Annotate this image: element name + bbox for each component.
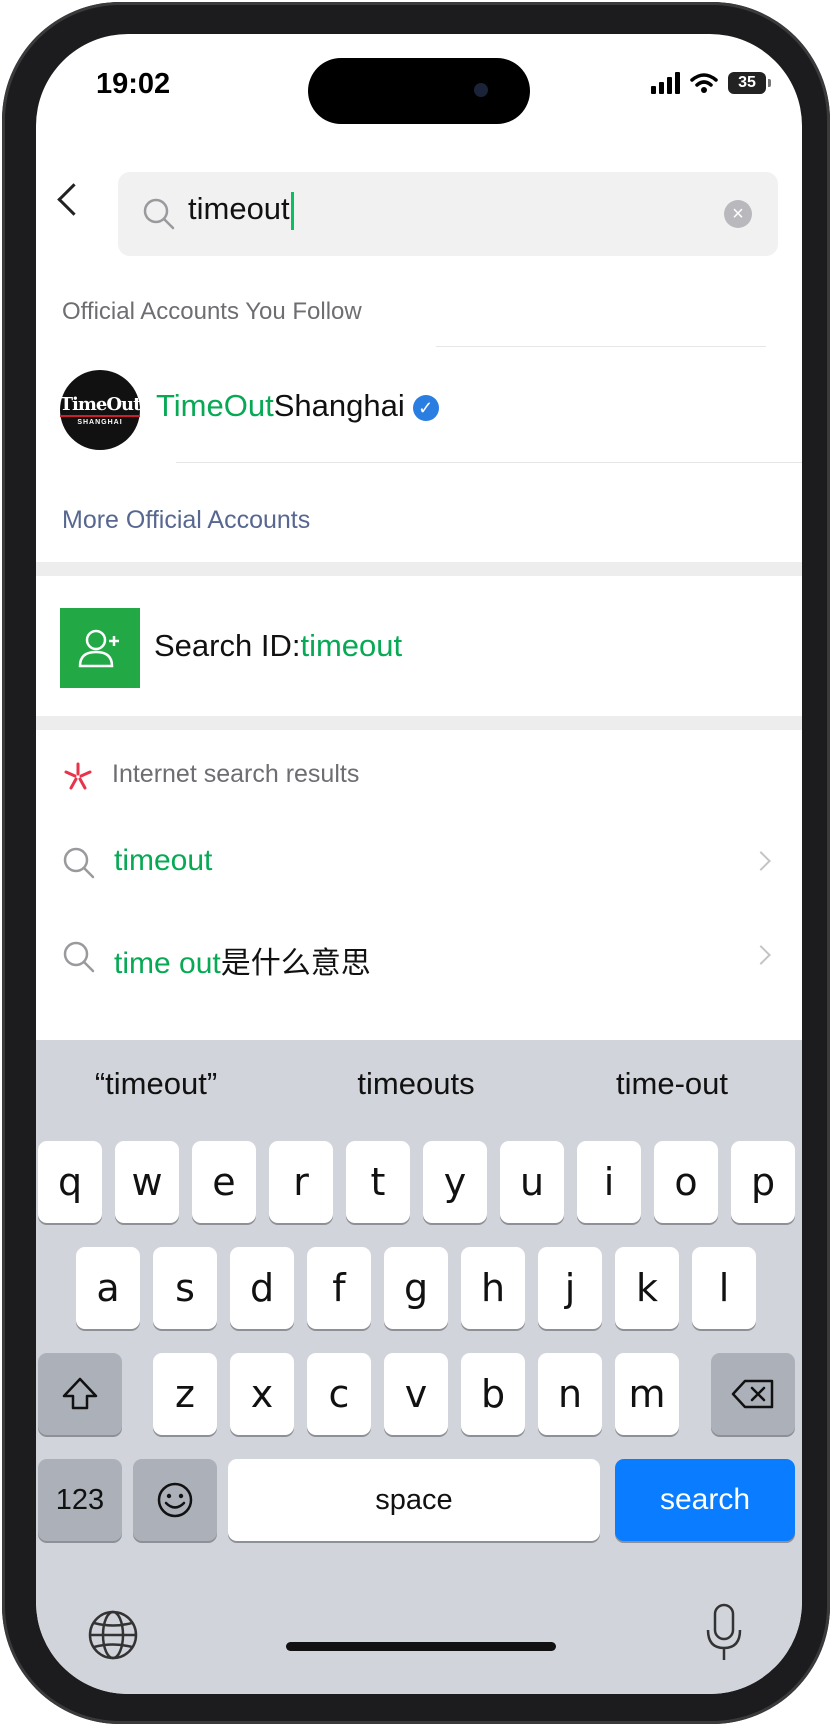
account-name-match: TimeOut	[156, 388, 274, 423]
key-l[interactable]: l	[692, 1247, 756, 1329]
internet-results-title: Internet search results	[112, 760, 360, 788]
key-n[interactable]: n	[538, 1353, 602, 1435]
key-r[interactable]: r	[269, 1141, 333, 1223]
suggestion-item[interactable]: time out是什么意思	[36, 918, 802, 998]
key-i[interactable]: i	[577, 1141, 641, 1223]
search-icon	[143, 198, 175, 230]
suggestion-rest: 是什么意思	[220, 947, 371, 980]
search-id-row[interactable]: Search ID:timeout	[36, 594, 802, 694]
suggestion-text: timeout	[114, 844, 212, 878]
search-icon	[63, 941, 95, 973]
search-key[interactable]: search	[615, 1459, 795, 1541]
shift-arrow-icon	[62, 1377, 98, 1410]
key-e[interactable]: e	[192, 1141, 256, 1223]
key-c[interactable]: c	[307, 1353, 371, 1435]
chevron-right-icon	[751, 945, 771, 965]
microphone-icon[interactable]	[704, 1602, 744, 1664]
more-official-accounts-link[interactable]: More Official Accounts	[62, 506, 310, 535]
text-cursor	[290, 191, 294, 230]
key-j[interactable]: j	[538, 1247, 602, 1329]
key-w[interactable]: w	[115, 1141, 179, 1223]
search-nav: timeout ×	[36, 152, 802, 262]
suggestion-match: time out	[114, 947, 221, 980]
account-name-rest: Shanghai	[273, 388, 405, 423]
camera-dot	[474, 83, 488, 97]
search-input[interactable]: timeout	[188, 191, 294, 230]
key-x[interactable]: x	[230, 1353, 294, 1435]
space-key[interactable]: space	[228, 1459, 600, 1541]
prediction-3[interactable]: time-out	[572, 1066, 772, 1102]
emoji-icon	[157, 1482, 193, 1518]
divider	[436, 346, 766, 347]
screen: 19:02 35 timeout × Official Accounts You…	[36, 34, 802, 1694]
key-f[interactable]: f	[307, 1247, 371, 1329]
key-h[interactable]: h	[461, 1247, 525, 1329]
sparkle-icon	[64, 762, 92, 790]
key-v[interactable]: v	[384, 1353, 448, 1435]
avatar-logo-subtext: SHANGHAI	[77, 419, 123, 426]
status-time: 19:02	[96, 68, 171, 100]
account-avatar: TimeOut SHANGHAI	[59, 370, 141, 450]
wifi-icon	[690, 73, 718, 93]
phone-frame: 19:02 35 timeout × Official Accounts You…	[2, 2, 830, 1724]
key-q[interactable]: q	[38, 1141, 102, 1223]
suggestion-item[interactable]: timeout	[36, 824, 802, 904]
dynamic-island	[308, 58, 530, 124]
predictive-bar: “timeout” timeouts time-out	[36, 1040, 802, 1126]
battery-icon: 35	[728, 72, 771, 94]
key-s[interactable]: s	[153, 1247, 217, 1329]
verified-badge-icon: ✓	[412, 394, 439, 421]
signal-icon	[651, 72, 680, 94]
search-id-value: timeout	[300, 628, 403, 663]
search-icon	[63, 847, 95, 879]
clear-icon[interactable]: ×	[724, 200, 752, 228]
suggestion-match: timeout	[114, 844, 213, 877]
emoji-key[interactable]	[133, 1459, 217, 1541]
key-g[interactable]: g	[384, 1247, 448, 1329]
account-row-timeout-shanghai[interactable]: TimeOut SHANGHAI TimeOutShanghai ✓	[36, 364, 802, 460]
followed-accounts-heading: Official Accounts You Follow	[62, 298, 362, 325]
back-chevron-icon[interactable]	[57, 183, 90, 216]
key-u[interactable]: u	[500, 1141, 564, 1223]
key-o[interactable]: o	[654, 1141, 718, 1223]
numbers-key[interactable]: 123	[38, 1459, 122, 1541]
key-y[interactable]: y	[423, 1141, 487, 1223]
globe-icon[interactable]	[86, 1608, 140, 1662]
internet-results-heading: Internet search results	[62, 758, 462, 794]
backspace-icon	[731, 1379, 774, 1409]
prediction-2[interactable]: timeouts	[316, 1066, 516, 1102]
key-t[interactable]: t	[346, 1141, 410, 1223]
account-name: TimeOutShanghai ✓	[156, 388, 439, 424]
section-separator	[36, 716, 802, 730]
key-z[interactable]: z	[153, 1353, 217, 1435]
key-a[interactable]: a	[76, 1247, 140, 1329]
search-query: timeout	[188, 191, 290, 226]
delete-key[interactable]	[711, 1353, 795, 1435]
status-icons: 35	[651, 72, 771, 94]
key-d[interactable]: d	[230, 1247, 294, 1329]
search-bar[interactable]: timeout ×	[118, 172, 778, 256]
add-contact-icon	[60, 608, 140, 688]
search-id-text: Search ID:timeout	[154, 628, 402, 664]
key-m[interactable]: m	[615, 1353, 679, 1435]
keyboard: “timeout” timeouts time-out q w e r t y …	[36, 1040, 802, 1694]
chevron-right-icon	[751, 851, 771, 871]
section-separator	[36, 562, 802, 576]
home-indicator[interactable]	[286, 1642, 556, 1651]
key-p[interactable]: p	[731, 1141, 795, 1223]
shift-key[interactable]	[38, 1353, 122, 1435]
key-b[interactable]: b	[461, 1353, 525, 1435]
prediction-1[interactable]: “timeout”	[56, 1066, 256, 1102]
avatar-logo-text: TimeOut	[59, 394, 141, 417]
suggestion-text: time out是什么意思	[114, 938, 371, 982]
key-k[interactable]: k	[615, 1247, 679, 1329]
search-id-prefix: Search ID:	[154, 628, 301, 663]
divider	[176, 462, 802, 463]
